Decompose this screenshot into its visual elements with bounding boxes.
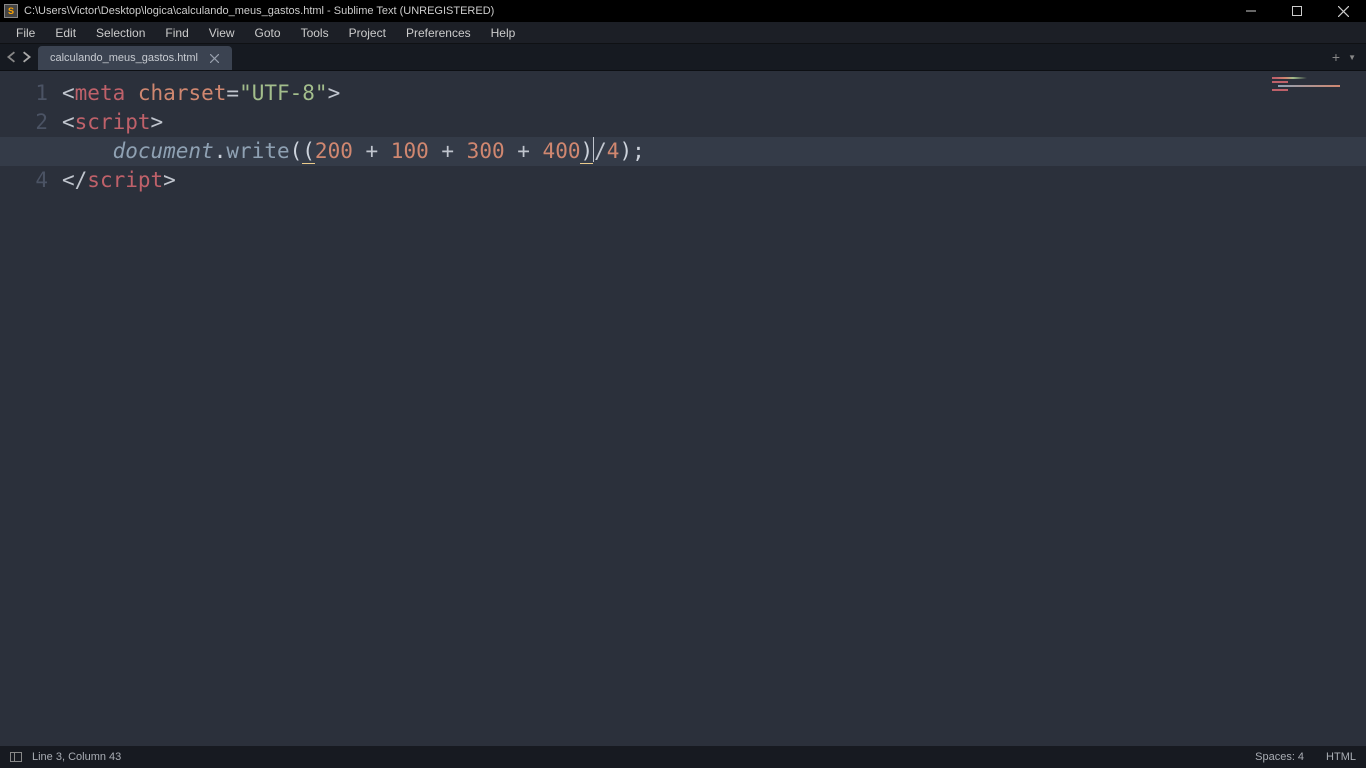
line-number: 2 [0,108,48,137]
gutter: 1 2 3 4 [0,71,62,746]
menu-view[interactable]: View [199,26,245,40]
editor[interactable]: 1 2 3 4 <meta charset="UTF-8"> <script> … [0,71,1366,746]
tab-active[interactable]: calculando_meus_gastos.html [38,46,232,70]
tab-next-icon[interactable] [20,51,32,63]
code-line-active: document.write((200 + 100 + 300 + 400)/4… [0,137,1366,166]
menu-preferences[interactable]: Preferences [396,26,481,40]
close-button[interactable] [1320,0,1366,22]
new-tab-icon[interactable]: + [1332,49,1340,65]
tab-label: calculando_meus_gastos.html [50,52,198,64]
menu-selection[interactable]: Selection [86,26,155,40]
code-line: <meta charset="UTF-8"> [62,79,1366,108]
tabbar: calculando_meus_gastos.html + ▼ [0,44,1366,71]
maximize-button[interactable] [1274,0,1320,22]
code-area[interactable]: <meta charset="UTF-8"> <script> document… [62,71,1366,746]
titlebar: S C:\Users\Victor\Desktop\logica\calcula… [0,0,1366,22]
menu-file[interactable]: File [6,26,45,40]
minimize-button[interactable] [1228,0,1274,22]
tab-prev-icon[interactable] [6,51,18,63]
panel-toggle-icon[interactable] [10,752,22,762]
window-controls [1228,0,1366,22]
tab-close-icon[interactable] [208,51,222,65]
line-number: 1 [0,79,48,108]
status-cursor-position: Line 3, Column 43 [32,751,121,763]
menu-edit[interactable]: Edit [45,26,86,40]
tabbar-right-controls: + ▼ [1332,44,1366,70]
status-syntax[interactable]: HTML [1326,751,1356,763]
window-title: C:\Users\Victor\Desktop\logica\calculand… [24,5,1228,17]
statusbar: Line 3, Column 43 Spaces: 4 HTML [0,746,1366,768]
minimap[interactable] [1266,71,1366,746]
line-number: 4 [0,166,48,195]
tab-nav-arrows [0,44,38,70]
menu-goto[interactable]: Goto [245,26,291,40]
code-line: </script> [62,166,1366,195]
tab-dropdown-icon[interactable]: ▼ [1348,53,1356,62]
app-icon: S [4,4,18,18]
code-line: <script> [62,108,1366,137]
menu-help[interactable]: Help [481,26,526,40]
menu-project[interactable]: Project [339,26,396,40]
menu-find[interactable]: Find [155,26,198,40]
menubar: File Edit Selection Find View Goto Tools… [0,22,1366,44]
status-indent[interactable]: Spaces: 4 [1255,751,1304,763]
menu-tools[interactable]: Tools [291,26,339,40]
